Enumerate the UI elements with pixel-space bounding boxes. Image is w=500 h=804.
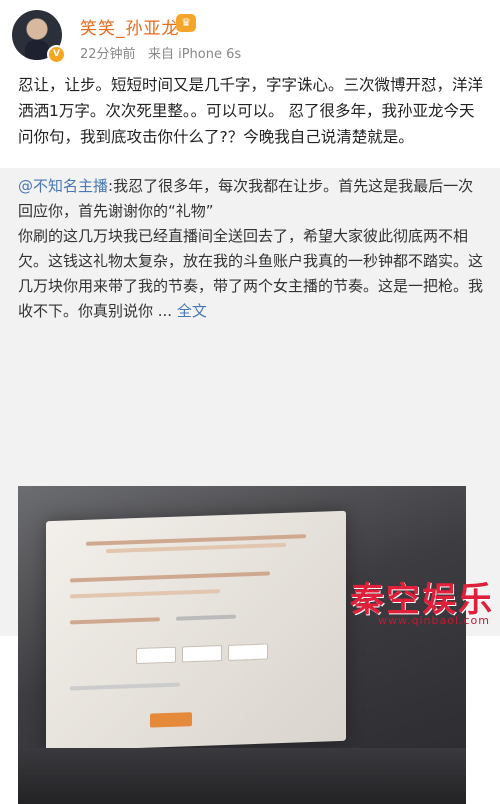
keyboard-image (18, 748, 466, 804)
screen-line (176, 614, 236, 621)
screen-pay-option (182, 645, 222, 663)
vip-crown-icon: ♛ (176, 14, 196, 32)
post-source: 来自 iPhone 6s (147, 47, 242, 62)
full-text-link[interactable]: 全文 (177, 302, 207, 320)
screen-confirm-button (150, 712, 192, 728)
post-time: 22分钟前 (80, 47, 136, 62)
repost-body: :我忍了很多年，每次我都在让步。首先这是我最后一次回应你，首先谢谢你的“礼物” … (18, 177, 484, 320)
screen-pay-option (228, 643, 268, 661)
username[interactable]: 笑笑_孙亚龙 (80, 14, 180, 39)
attached-photo[interactable] (18, 486, 466, 804)
screen-line (106, 542, 286, 554)
screen-line (70, 682, 180, 691)
repost-card[interactable]: @不知名主播:我忍了很多年，每次我都在让步。首先这是我最后一次回应你，首先谢谢你… (0, 168, 500, 804)
screen-line (70, 589, 220, 599)
laptop-screen-image (46, 510, 346, 752)
post-meta: 22分钟前 来自 iPhone 6s (80, 43, 241, 62)
screen-line (70, 571, 270, 583)
repost-text-block: @不知名主播:我忍了很多年，每次我都在让步。首先这是我最后一次回应你，首先谢谢你… (18, 174, 484, 324)
screen-pay-option (136, 646, 176, 665)
screen-line (70, 617, 160, 625)
mention-link[interactable]: @不知名主播 (18, 177, 108, 195)
watermark-logo: 秦空娱乐 www.qinbaol.com (304, 572, 494, 632)
verified-badge-icon: V (47, 45, 66, 64)
post-header: V 笑笑_孙亚龙 ♛ 22分钟前 来自 iPhone 6s (0, 0, 500, 68)
post-text: 忍让，让步。短短时间又是几千字，字字诛心。三次微博开怼，洋洋洒洒1万字。次次死里… (18, 76, 484, 146)
watermark-url: www.qinbaol.com (378, 614, 490, 627)
